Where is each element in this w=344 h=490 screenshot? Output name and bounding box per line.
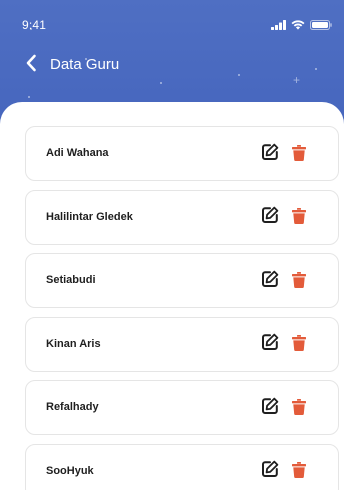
chevron-left-icon [25,54,37,77]
delete-button[interactable] [290,208,308,229]
edit-icon [261,143,279,166]
status-bar: 9:41 [0,0,344,40]
edit-icon [261,397,279,420]
edit-button[interactable] [259,397,281,419]
edit-icon [261,206,279,229]
edit-button[interactable] [259,333,281,356]
delete-button[interactable] [290,271,308,293]
teacher-card: Kinan Aris [25,316,339,372]
trash-icon [292,144,306,166]
edit-icon [261,333,279,356]
trash-icon [292,398,306,420]
teacher-card: SooHyuk [25,443,339,490]
edit-button[interactable] [259,206,281,229]
delete-button[interactable] [290,398,308,420]
teacher-card: Setiabudi [25,253,339,308]
teacher-card: Refalhady [25,380,339,435]
edit-button[interactable] [259,460,281,483]
page-title: Data Guru [50,56,120,73]
teacher-card: Halilintar Gledek [25,189,339,245]
star-decoration [160,82,162,84]
edit-button[interactable] [259,270,281,292]
trash-icon [292,271,306,293]
edit-icon [261,460,279,483]
teacher-name: SooHyuk [46,464,94,477]
delete-button[interactable] [290,462,308,483]
teacher-name: Kinan Aris [46,337,101,350]
teacher-name: Setiabudi [46,274,96,286]
teacher-name: Adi Wahana [46,147,109,159]
signal-icon [271,17,286,35]
delete-button[interactable] [290,144,308,166]
edit-button[interactable] [259,143,281,165]
trash-icon [292,208,306,229]
trash-icon [292,335,306,356]
wifi-icon [291,17,305,35]
navigation-bar: Data Guru [0,52,344,78]
trash-icon [292,462,306,483]
star-decoration [28,96,30,98]
back-button[interactable] [20,54,42,76]
status-icons [271,17,332,35]
teacher-card: Adi Wahana [25,126,339,181]
delete-button[interactable] [290,335,308,356]
battery-icon [310,17,332,35]
edit-icon [261,270,279,293]
teacher-name: Refalhady [46,401,99,413]
teacher-name: Halilintar Gledek [46,210,133,223]
status-time: 9:41 [22,18,47,32]
